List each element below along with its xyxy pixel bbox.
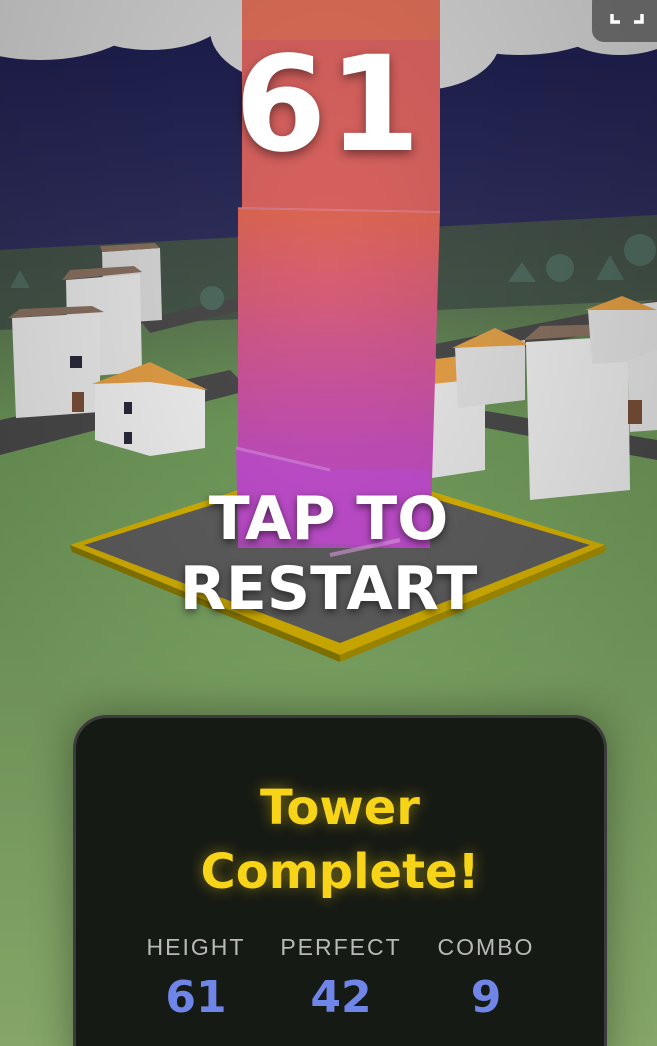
fullscreen-icon [610,14,644,24]
panel-title: Tower Complete! [76,776,604,904]
results-panel: Tower Complete! HEIGHT 61 PERFECT 42 COM… [73,715,607,1046]
score-display: 61 [234,28,423,182]
stat-label: HEIGHT [146,934,246,960]
restart-line-2: RESTART [179,554,478,624]
stat-combo: COMBO 9 [411,933,561,1023]
stat-label: PERFECT [280,934,402,960]
stat-perfect: PERFECT 42 [266,933,416,1023]
panel-title-line-1: Tower [260,780,420,836]
stat-label: COMBO [437,934,535,960]
stat-value: 9 [470,972,502,1023]
stat-height: HEIGHT 61 [121,933,271,1023]
stat-value: 42 [310,972,372,1023]
restart-line-1: TAP TO [208,484,449,554]
panel-title-line-2: Complete! [200,844,480,900]
tap-to-restart[interactable]: TAP TO RESTART [0,484,657,624]
stat-value: 61 [165,972,227,1023]
